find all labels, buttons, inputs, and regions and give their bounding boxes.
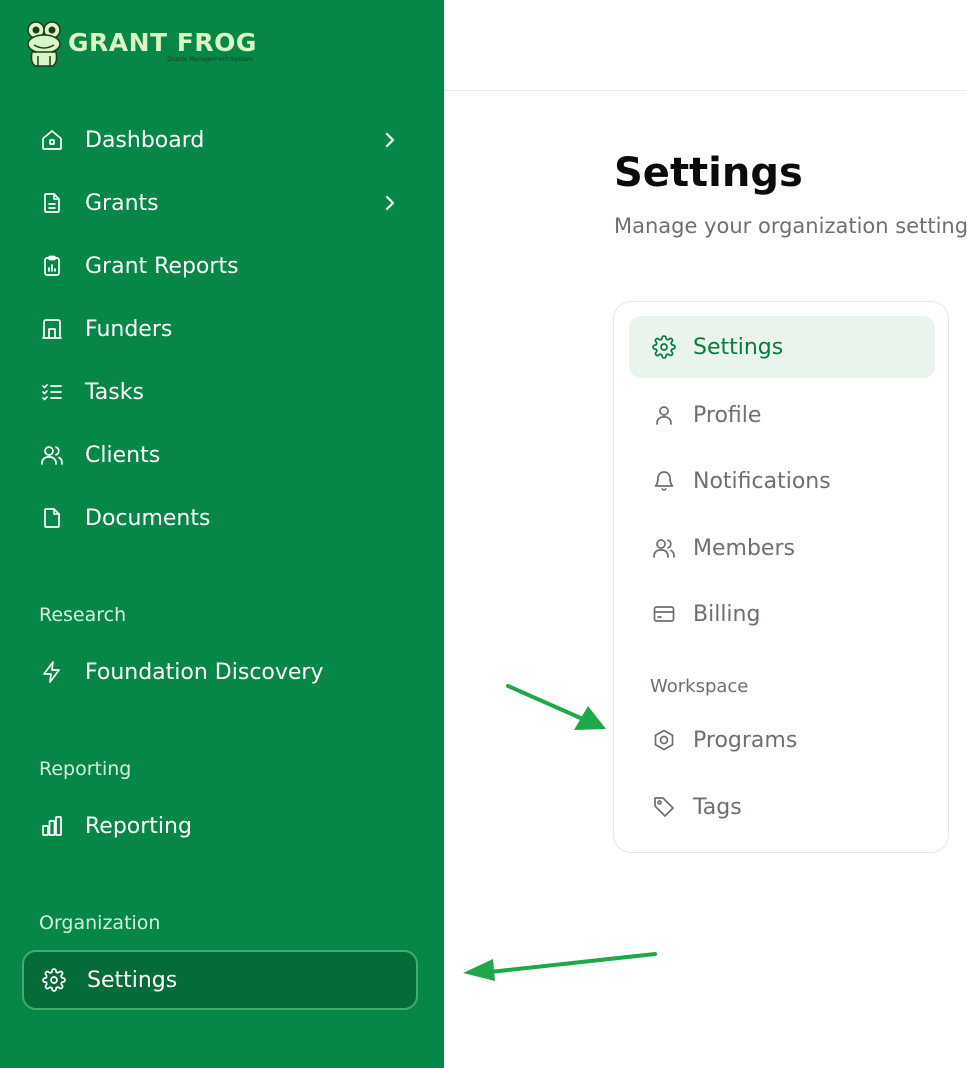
sidebar-item-settings[interactable]: Settings [22, 950, 418, 1010]
settings-nav-label: Profile [693, 402, 762, 428]
sidebar-item-label: Reporting [85, 813, 192, 839]
sidebar-item-reporting[interactable]: Reporting [22, 796, 418, 856]
sidebar-item-funders[interactable]: Funders [22, 299, 418, 359]
sidebar-item-foundation-discovery[interactable]: Foundation Discovery [22, 642, 418, 702]
sidebar-item-label: Funders [85, 316, 173, 342]
page-title: Settings [614, 150, 803, 196]
settings-nav-billing[interactable]: Billing [629, 583, 935, 645]
sidebar-item-label: Settings [87, 967, 178, 993]
tag-icon [651, 794, 677, 820]
credit-card-icon [651, 601, 677, 627]
sidebar-item-clients[interactable]: Clients [22, 425, 418, 485]
brand-logo[interactable]: GRANT FROG Grants Management System [24, 20, 257, 72]
bell-icon [651, 468, 677, 494]
section-label-workspace: Workspace [650, 676, 749, 697]
sidebar-item-grant-reports[interactable]: Grant Reports [22, 236, 418, 296]
file-text-icon [39, 190, 65, 216]
sidebar-item-label: Documents [85, 505, 211, 531]
sidebar-item-grants[interactable]: Grants [22, 173, 418, 233]
settings-nav-card: Settings Profile Notifications Members B… [613, 301, 949, 853]
gear-icon [41, 967, 67, 993]
section-label-organization: Organization [39, 912, 161, 934]
section-label-research: Research [39, 604, 127, 626]
user-icon [651, 402, 677, 428]
settings-nav-label: Programs [693, 727, 798, 753]
settings-nav-label: Billing [693, 601, 761, 627]
sidebar-item-label: Dashboard [85, 127, 205, 153]
settings-nav-notifications[interactable]: Notifications [629, 450, 935, 512]
sidebar-item-label: Tasks [85, 379, 144, 405]
settings-nav-members[interactable]: Members [629, 517, 935, 579]
sidebar-item-dashboard[interactable]: Dashboard [22, 110, 418, 170]
home-icon [39, 127, 65, 153]
gear-icon [651, 334, 677, 360]
sidebar-item-documents[interactable]: Documents [22, 488, 418, 548]
zap-icon [39, 659, 65, 685]
settings-nav-settings[interactable]: Settings [629, 316, 935, 378]
chevron-right-icon [380, 130, 400, 150]
annotation-arrow-icon [506, 684, 606, 730]
clipboard-chart-icon [39, 253, 65, 279]
section-label-reporting: Reporting [39, 758, 132, 780]
settings-nav-profile[interactable]: Profile [629, 384, 935, 446]
sidebar-item-label: Foundation Discovery [85, 659, 324, 685]
bar-chart-icon [39, 813, 65, 839]
sidebar-item-label: Grants [85, 190, 159, 216]
users-icon [39, 442, 65, 468]
sidebar-item-label: Grant Reports [85, 253, 239, 279]
sidebar-item-tasks[interactable]: Tasks [22, 362, 418, 422]
settings-nav-label: Members [693, 535, 795, 561]
hexagon-icon [651, 727, 677, 753]
settings-nav-label: Tags [693, 794, 742, 820]
settings-nav-label: Settings [693, 334, 784, 360]
brand-name: GRANT FROG [68, 28, 257, 57]
chevron-right-icon [380, 193, 400, 213]
page-subtitle: Manage your organization settings [614, 214, 967, 238]
settings-nav-programs[interactable]: Programs [629, 709, 935, 771]
top-bar [444, 0, 967, 91]
list-checks-icon [39, 379, 65, 405]
file-icon [39, 505, 65, 531]
sidebar: GRANT FROG Grants Management System Dash… [0, 0, 444, 1068]
annotation-arrow-icon [463, 952, 657, 981]
building-icon [39, 316, 65, 342]
users-icon [651, 535, 677, 561]
sidebar-item-label: Clients [85, 442, 161, 468]
frog-logo-icon [27, 21, 61, 67]
settings-nav-tags[interactable]: Tags [629, 776, 935, 838]
settings-nav-label: Notifications [693, 468, 831, 494]
